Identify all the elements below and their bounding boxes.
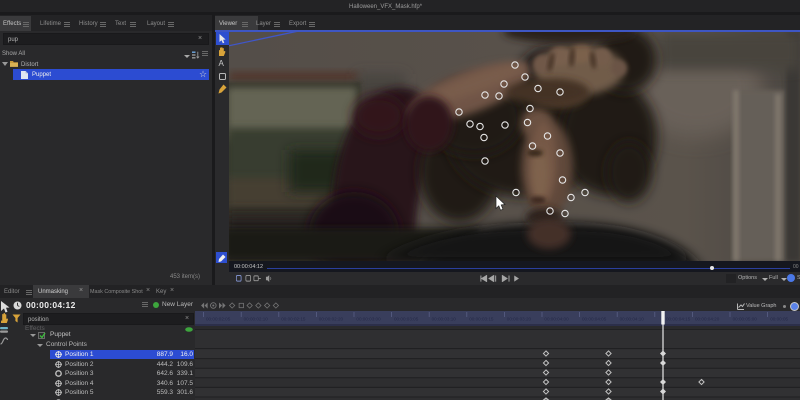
- svg-text:00:00:04:20: 00:00:04:20: [695, 317, 720, 322]
- svg-text:00:00:04:05: 00:00:04:05: [582, 317, 607, 322]
- svg-text:00:00:03:15: 00:00:03:15: [469, 317, 494, 322]
- svg-text:00:00:02:05: 00:00:02:05: [206, 317, 231, 322]
- svg-text:00:00:02:20: 00:00:02:20: [319, 317, 344, 322]
- svg-text:00:00:05: 00:00:05: [770, 317, 788, 322]
- svg-text:00:00:04:15: 00:00:04:15: [666, 317, 691, 322]
- svg-text:00:00:02:10: 00:00:02:10: [244, 317, 269, 322]
- svg-text:00:00:02:15: 00:00:02:15: [281, 317, 306, 322]
- svg-text:00:00:04:00: 00:00:04:00: [544, 317, 569, 322]
- svg-text:00:00:03:10: 00:00:03:10: [432, 317, 457, 322]
- svg-text:00:00:03:05: 00:00:03:05: [394, 317, 419, 322]
- svg-text:00:00:05:00: 00:00:05:00: [733, 317, 758, 322]
- svg-text:00:00:03:00: 00:00:03:00: [356, 317, 381, 322]
- svg-text:00:00:03:20: 00:00:03:20: [507, 317, 532, 322]
- svg-text:00:00:04:10: 00:00:04:10: [620, 317, 645, 322]
